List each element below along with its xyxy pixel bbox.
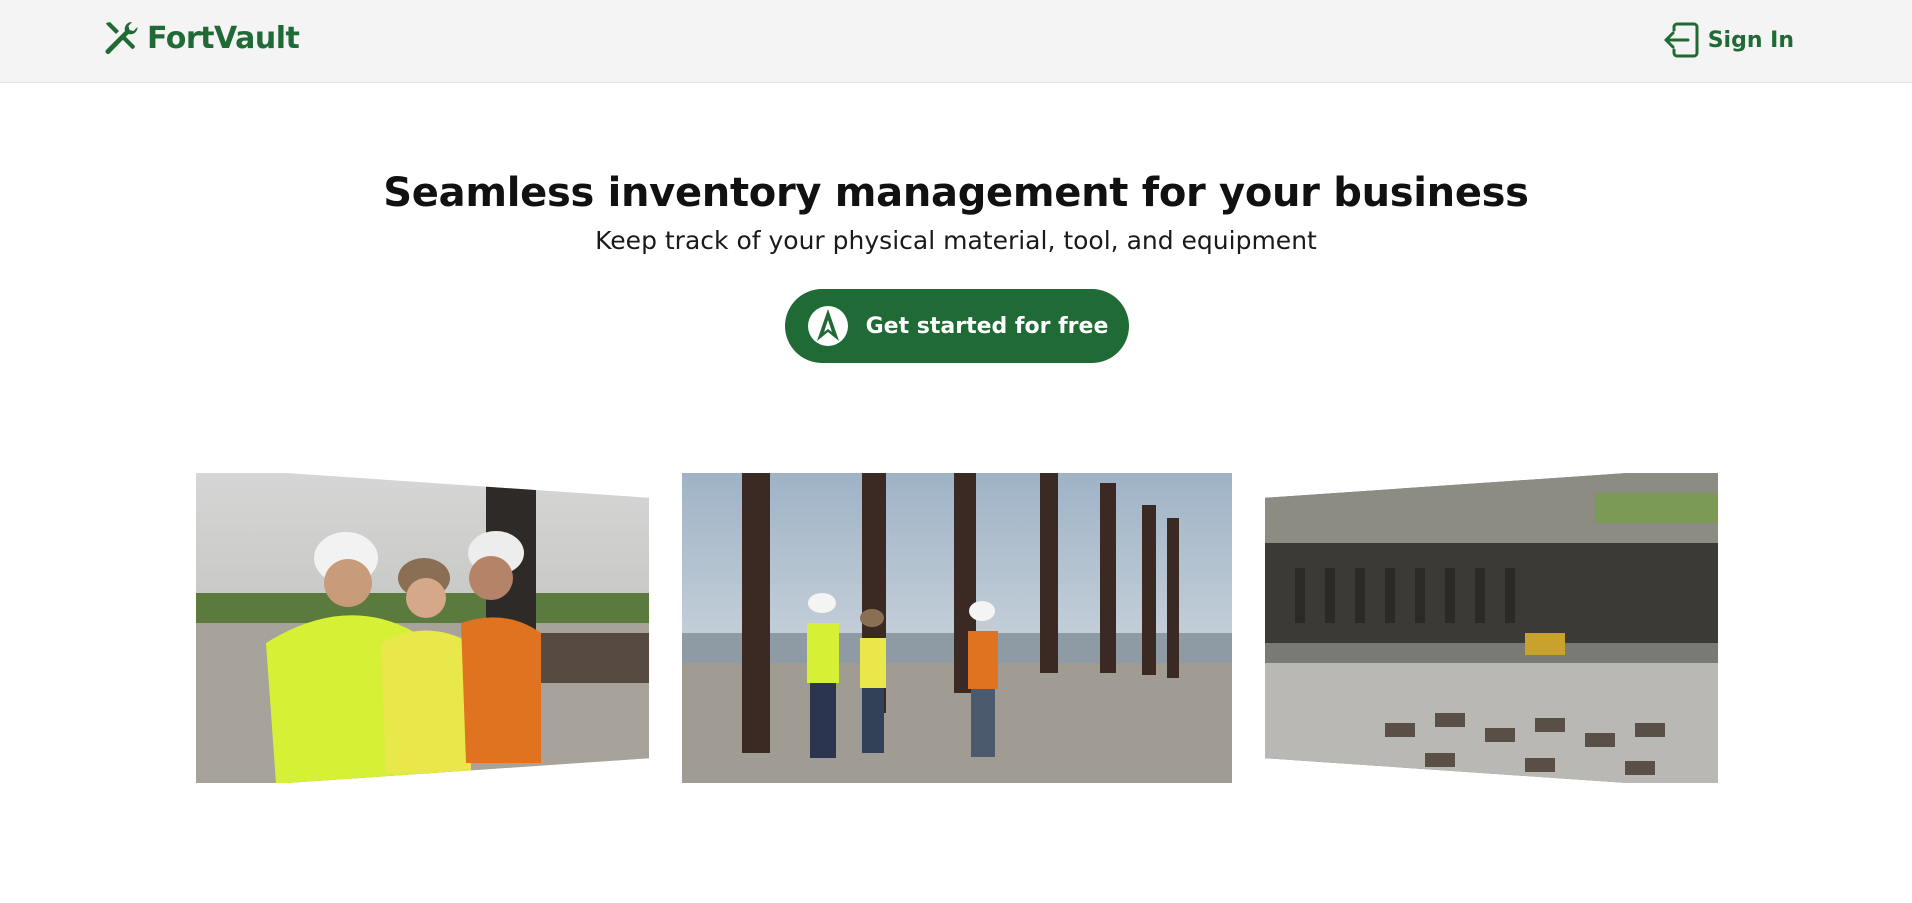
top-navigation-bar: FortVault Sign In [0, 0, 1912, 83]
construction-site-aerial-photo [1265, 473, 1718, 783]
sign-in-icon [1664, 22, 1699, 58]
tools-icon [105, 21, 138, 55]
brand-logo-link[interactable]: FortVault [103, 20, 300, 56]
hero-title: Seamless inventory management for your b… [383, 170, 1529, 216]
brand-name: FortVault [147, 20, 300, 56]
get-started-label: Get started for free [865, 313, 1109, 339]
pier-pilings-photo [682, 473, 1232, 783]
sign-in-label: Sign In [1707, 27, 1794, 53]
sign-in-link[interactable]: Sign In [1662, 21, 1794, 59]
workers-conversation-photo [196, 473, 649, 783]
star-trek-delta-icon [807, 306, 848, 346]
hero-subtitle: Keep track of your physical material, to… [595, 226, 1317, 255]
get-started-button[interactable]: Get started for free [785, 289, 1129, 363]
